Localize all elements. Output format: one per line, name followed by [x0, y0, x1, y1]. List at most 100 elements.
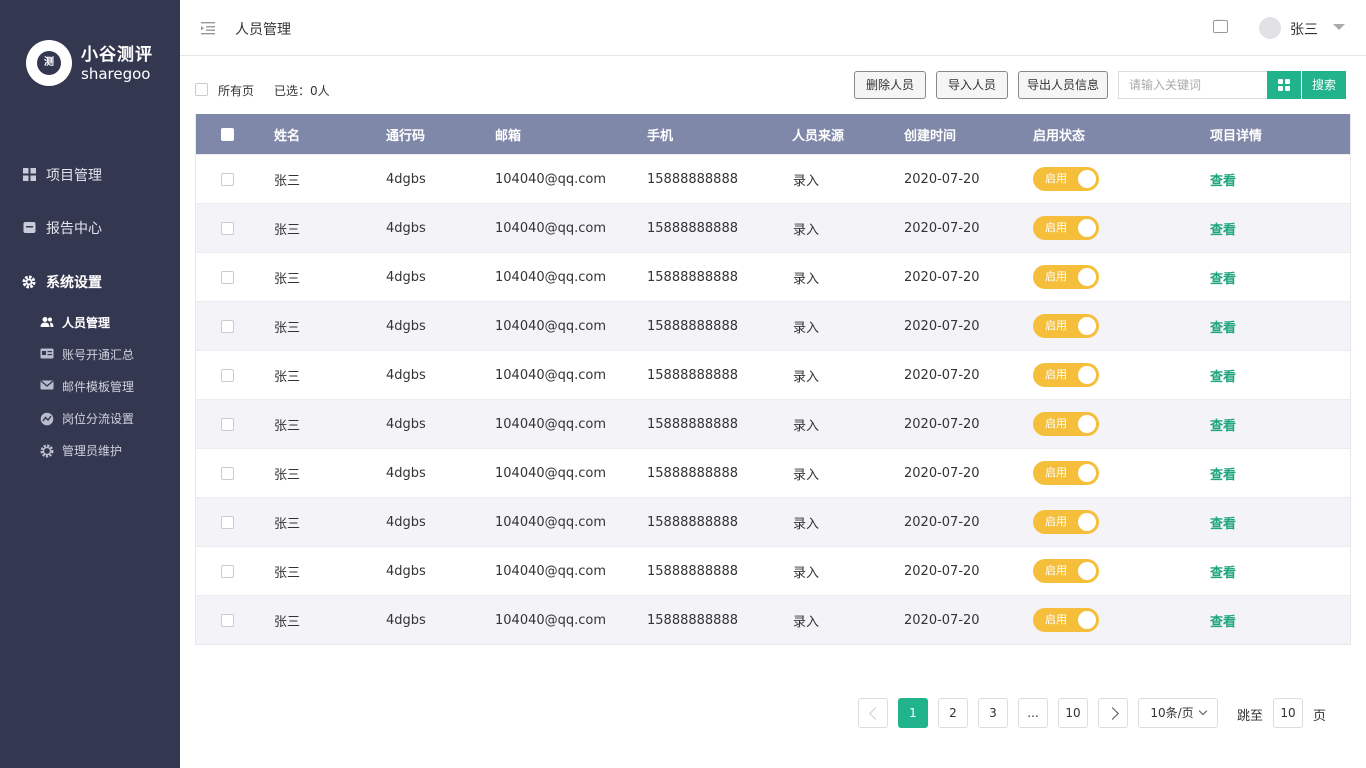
user-name[interactable]: 张三	[1290, 19, 1318, 39]
all-pages-checkbox[interactable]	[195, 83, 208, 96]
row-checkbox-cell	[221, 400, 234, 448]
status-toggle[interactable]: 启用	[1033, 265, 1099, 289]
sidebar-item-reports[interactable]: 报告中心	[22, 218, 102, 238]
cell-email: 104040@qq.com	[495, 318, 607, 334]
page-button[interactable]: 1	[898, 698, 928, 728]
cell-phone: 15888888888	[647, 367, 738, 383]
status-toggle[interactable]: 启用	[1033, 559, 1099, 583]
status-toggle-label: 启用	[1045, 515, 1067, 528]
cell-name: 张三	[274, 467, 301, 483]
status-toggle[interactable]: 启用	[1033, 167, 1099, 191]
page-button[interactable]: 10	[1058, 698, 1088, 728]
status-toggle[interactable]: 启用	[1033, 510, 1099, 534]
cell-created: 2020-07-20	[904, 514, 980, 530]
search-input[interactable]	[1118, 71, 1268, 99]
row-checkbox[interactable]	[221, 515, 234, 529]
status-toggle-label: 启用	[1045, 368, 1067, 381]
sidebar-subitem-admins[interactable]: 管理员维护	[40, 442, 122, 459]
status-toggle-label: 启用	[1045, 270, 1067, 283]
status-toggle-label: 启用	[1045, 564, 1067, 577]
view-link[interactable]: 查看	[1210, 268, 1236, 287]
cell-created: 2020-07-20	[904, 171, 980, 187]
cell-email: 104040@qq.com	[495, 612, 607, 628]
page-button[interactable]: 2	[938, 698, 968, 728]
row-checkbox[interactable]	[221, 613, 234, 627]
status-toggle[interactable]: 启用	[1033, 412, 1099, 436]
logo: 测 小谷测评 sharegoo	[26, 40, 153, 86]
delete-people-button[interactable]: 删除人员	[854, 71, 926, 99]
status-toggle-label: 启用	[1045, 417, 1067, 430]
status-toggle-cell: 启用	[1033, 400, 1099, 448]
table-row: 张三 4dgbs 104040@qq.com 15888888888 录入 20…	[196, 154, 1350, 203]
cell-code: 4dgbs	[386, 416, 426, 432]
import-people-button[interactable]: 导入人员	[936, 71, 1008, 99]
toggle-knob	[1078, 366, 1096, 384]
view-link[interactable]: 查看	[1210, 219, 1236, 238]
cell-code: 4dgbs	[386, 318, 426, 334]
status-toggle[interactable]: 启用	[1033, 363, 1099, 387]
select-all-checkbox[interactable]	[221, 127, 234, 141]
sidebar-subitem-accounts[interactable]: 账号开通汇总	[40, 346, 134, 363]
menu-collapse-icon[interactable]	[200, 20, 216, 36]
cog-icon	[40, 444, 54, 458]
status-toggle-cell: 启用	[1033, 498, 1099, 546]
status-toggle[interactable]: 启用	[1033, 608, 1099, 632]
sidebar-subitem-people[interactable]: 人员管理	[40, 314, 110, 331]
status-toggle[interactable]: 启用	[1033, 216, 1099, 240]
cell-source: 录入	[793, 173, 820, 189]
view-link[interactable]: 查看	[1210, 513, 1236, 532]
sidebar-item-label: 报告中心	[46, 221, 102, 237]
page-unit-label: 页	[1313, 709, 1327, 724]
selected-count: 已选：0人	[274, 84, 330, 98]
view-link[interactable]: 查看	[1210, 611, 1236, 630]
row-checkbox[interactable]	[221, 172, 234, 186]
row-checkbox-cell	[221, 498, 234, 546]
cell-created: 2020-07-20	[904, 612, 980, 628]
prev-page-button[interactable]	[858, 698, 888, 728]
row-checkbox[interactable]	[221, 466, 234, 480]
avatar[interactable]	[1259, 17, 1281, 39]
chevron-down-icon[interactable]	[1333, 24, 1345, 30]
row-checkbox[interactable]	[221, 564, 234, 578]
row-checkbox[interactable]	[221, 270, 234, 284]
view-link[interactable]: 查看	[1210, 464, 1236, 483]
grid-view-button[interactable]	[1267, 71, 1301, 99]
cell-phone: 15888888888	[647, 220, 738, 236]
sidebar-subitem-label: 岗位分流设置	[62, 412, 135, 426]
cell-created: 2020-07-20	[904, 318, 980, 334]
sidebar-subitem-mail-templates[interactable]: 邮件模板管理	[40, 378, 134, 395]
status-toggle[interactable]: 启用	[1033, 461, 1099, 485]
page-button[interactable]: 3	[978, 698, 1008, 728]
row-checkbox[interactable]	[221, 221, 234, 235]
view-link[interactable]: 查看	[1210, 317, 1236, 336]
sidebar-item-settings[interactable]: 系统设置	[22, 272, 102, 292]
message-icon[interactable]	[1213, 16, 1228, 33]
cell-code: 4dgbs	[386, 514, 426, 530]
row-checkbox-cell	[221, 351, 234, 399]
search-button[interactable]: 搜索	[1302, 71, 1346, 99]
row-checkbox[interactable]	[221, 368, 234, 382]
view-link[interactable]: 查看	[1210, 366, 1236, 385]
row-checkbox[interactable]	[221, 417, 234, 431]
cell-email: 104040@qq.com	[495, 563, 607, 579]
export-people-button[interactable]: 导出人员信息	[1018, 71, 1108, 99]
status-toggle[interactable]: 启用	[1033, 314, 1099, 338]
sidebar-item-projects[interactable]: 项目管理	[22, 165, 102, 185]
brand-name-en: sharegoo	[81, 64, 151, 83]
sidebar-subitem-position-flow[interactable]: 岗位分流设置	[40, 410, 134, 427]
next-page-button[interactable]	[1098, 698, 1128, 728]
page-ellipsis[interactable]: ...	[1018, 698, 1048, 728]
status-toggle-cell: 启用	[1033, 596, 1099, 644]
view-cell: 查看	[1210, 155, 1236, 203]
cell-phone: 15888888888	[647, 465, 738, 481]
column-header: 项目详情	[1210, 128, 1263, 144]
cell-email: 104040@qq.com	[495, 514, 607, 530]
jump-input[interactable]: 10	[1273, 698, 1303, 728]
column-header: 邮箱	[495, 128, 522, 144]
view-link[interactable]: 查看	[1210, 170, 1236, 189]
page-size-select[interactable]: 10条/页	[1138, 698, 1218, 728]
row-checkbox[interactable]	[221, 319, 234, 333]
view-link[interactable]: 查看	[1210, 562, 1236, 581]
cell-phone: 15888888888	[647, 563, 738, 579]
view-link[interactable]: 查看	[1210, 415, 1236, 434]
